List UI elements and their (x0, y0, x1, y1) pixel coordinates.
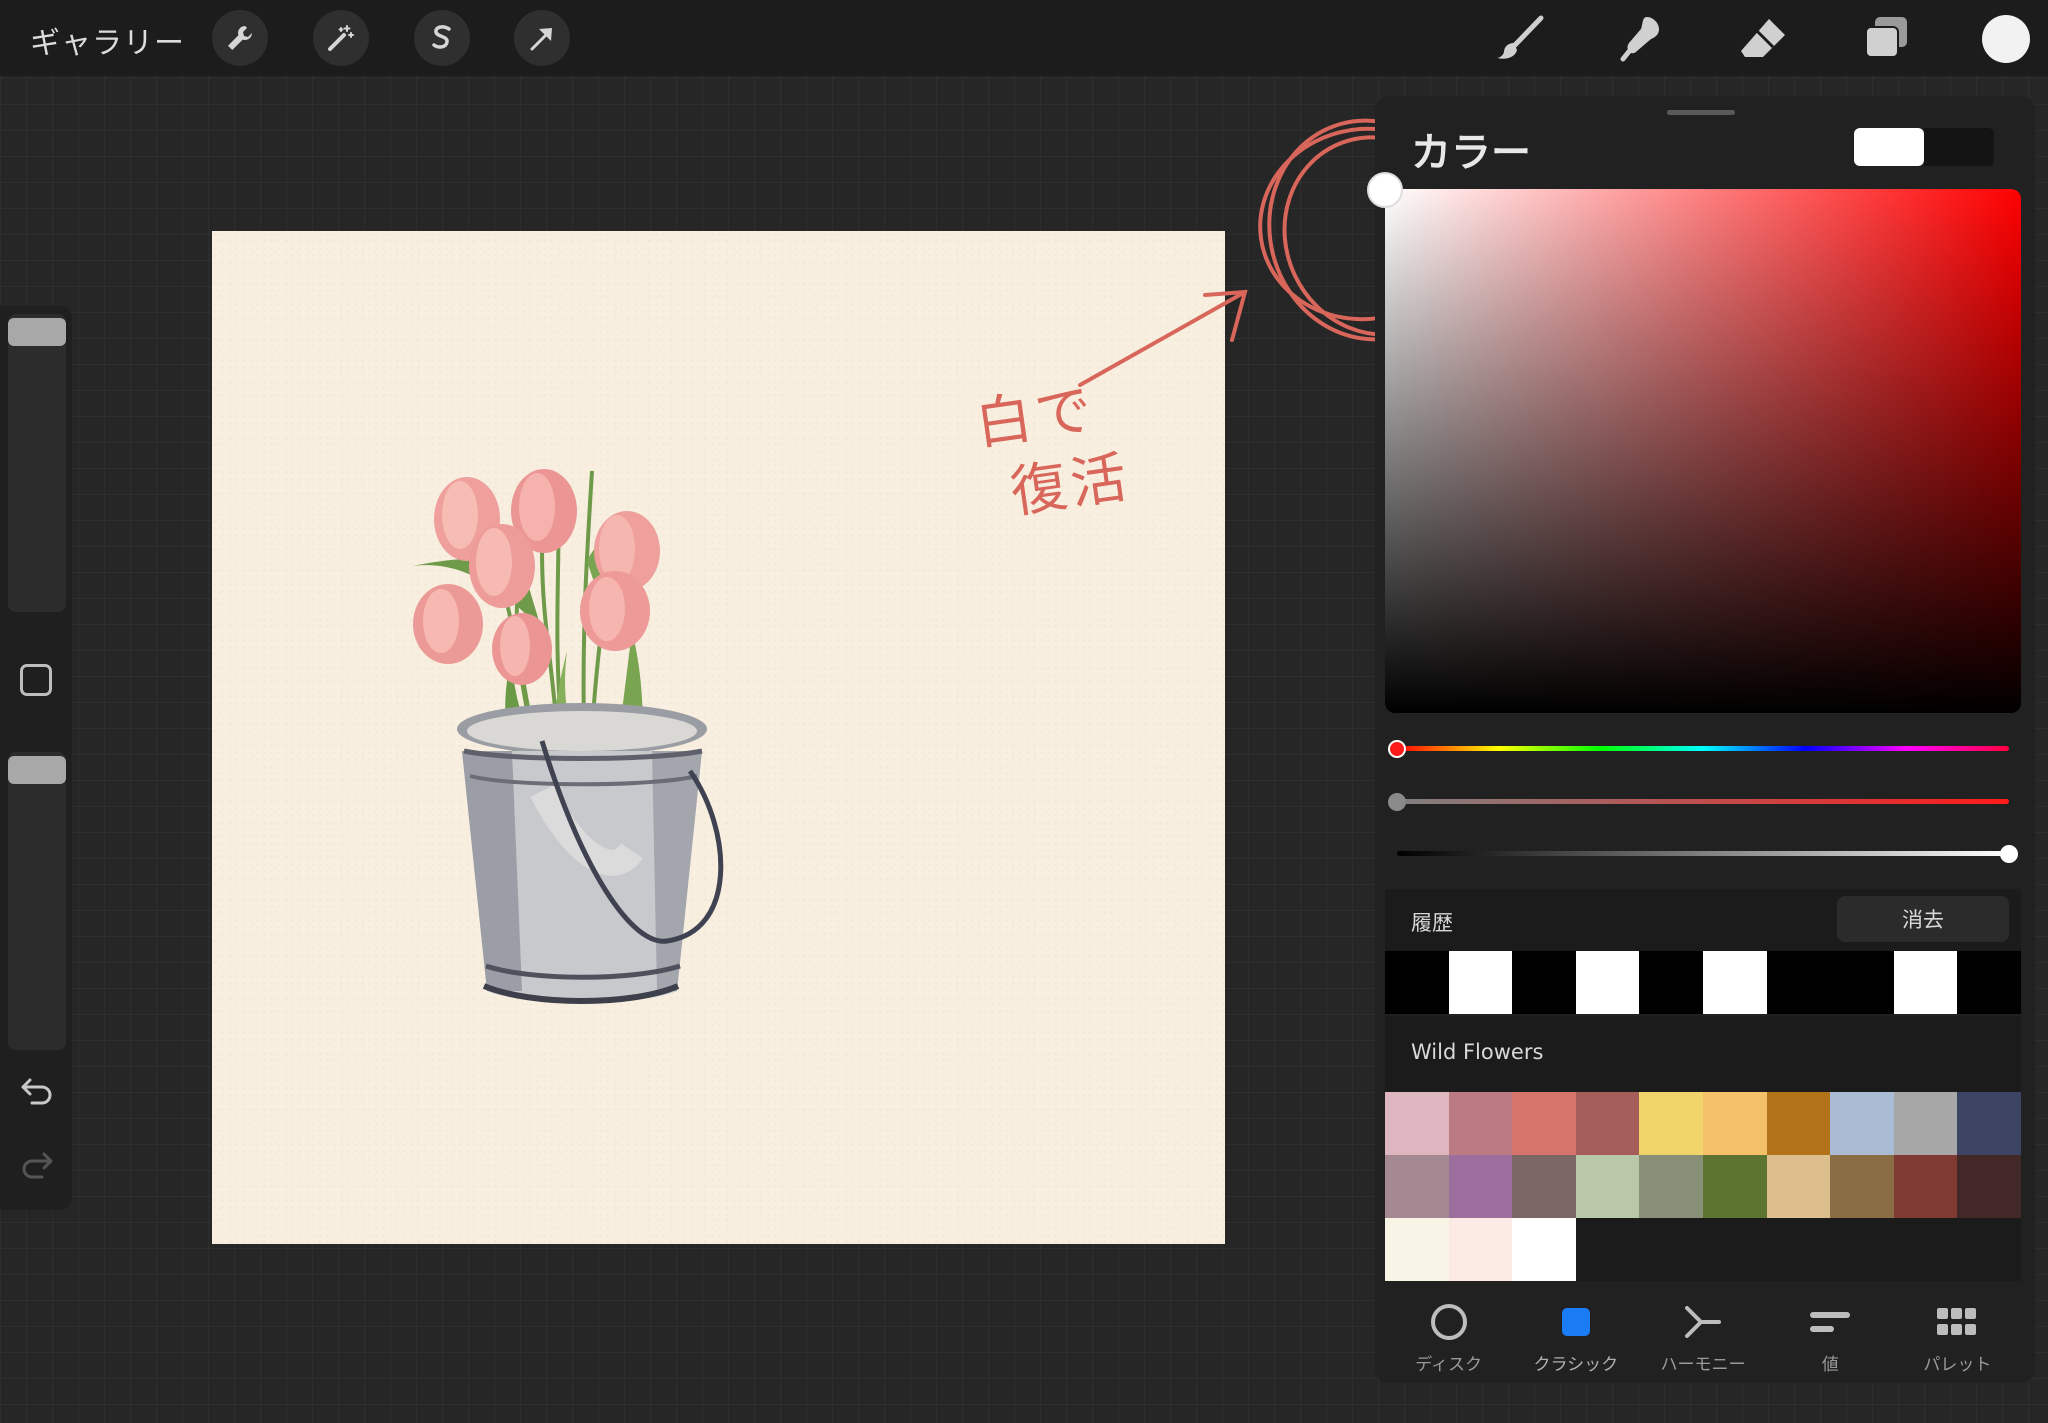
tab-harmony-label: ハーモニー (1660, 1355, 1746, 1375)
color-history (1385, 951, 2021, 1014)
disc-icon (1429, 1302, 1469, 1342)
tab-value-label: 値 (1821, 1355, 1839, 1375)
eraser-icon[interactable] (1734, 10, 1794, 66)
gallery-button[interactable]: ギャラリー (30, 18, 185, 62)
brush-icon[interactable] (1490, 10, 1550, 66)
redo-icon[interactable] (20, 1150, 54, 1184)
palette-header: Wild Flowers (1385, 1016, 2021, 1092)
history-swatch[interactable] (1957, 951, 2021, 1014)
tab-disc-label: ディスク (1415, 1355, 1482, 1375)
palette-swatch[interactable] (1575, 1092, 1640, 1155)
palette-swatch[interactable] (1385, 1155, 1449, 1218)
palette-swatch[interactable] (1893, 1092, 1958, 1155)
hue-slider-knob[interactable] (1388, 740, 1406, 758)
tab-palettes[interactable]: パレット (1894, 1292, 2021, 1382)
history-swatch[interactable] (1448, 951, 1513, 1014)
left-sidebar (0, 306, 72, 1210)
palette-swatch[interactable] (1448, 1218, 1513, 1281)
brush-size-slider[interactable] (8, 314, 66, 612)
secondary-color-swatch[interactable] (1924, 128, 1994, 166)
palette-swatch[interactable] (1512, 1155, 1576, 1218)
palette-swatch[interactable] (1766, 1155, 1831, 1218)
palette-swatches (1385, 1092, 2021, 1281)
history-swatch[interactable] (1893, 951, 1958, 1014)
palette-swatch[interactable] (1385, 1218, 1449, 1281)
panel-title: カラー (1411, 130, 1531, 176)
history-swatch[interactable] (1639, 951, 1703, 1014)
history-label: 履歴 (1411, 911, 1453, 935)
tab-palettes-label: パレット (1923, 1355, 1992, 1375)
palette-swatch[interactable] (1702, 1155, 1767, 1218)
opacity-thumb[interactable] (8, 756, 66, 784)
top-toolbar: ギャラリー (0, 0, 2048, 76)
history-swatch[interactable] (1512, 951, 1576, 1014)
palette-swatch[interactable] (1830, 1155, 1894, 1218)
history-swatch[interactable] (1830, 951, 1894, 1014)
smudge-icon[interactable] (1612, 10, 1672, 66)
palette-swatch[interactable] (1957, 1092, 2021, 1155)
palette-swatch[interactable] (1448, 1092, 1513, 1155)
palette-swatch[interactable] (1385, 1092, 1449, 1155)
saturation-slider[interactable] (1397, 799, 2009, 804)
color-picker-knob[interactable] (1367, 172, 1403, 208)
palette-swatch[interactable] (1830, 1092, 1894, 1155)
tab-value[interactable]: 値 (1767, 1292, 1894, 1382)
clear-history-button[interactable]: 消去 (1837, 896, 2009, 942)
palette-swatch[interactable] (1893, 1155, 1958, 1218)
magic-wand-icon[interactable] (313, 10, 369, 66)
saturation-brightness-square[interactable] (1385, 189, 2021, 713)
annotation-text-line2: 復活 (1006, 444, 1135, 526)
harmony-icon (1683, 1302, 1723, 1342)
selection-icon[interactable] (414, 10, 470, 66)
history-swatch[interactable] (1385, 951, 1449, 1014)
modify-button[interactable] (20, 664, 52, 696)
tab-harmony[interactable]: ハーモニー (1639, 1292, 1766, 1382)
brightness-slider[interactable] (1397, 851, 2009, 856)
tab-classic-label: クラシック (1533, 1355, 1619, 1375)
palette-swatch[interactable] (1575, 1155, 1640, 1218)
palette-swatch[interactable] (1957, 1155, 2021, 1218)
current-color-button[interactable] (1982, 15, 2030, 63)
layers-icon[interactable] (1856, 10, 1916, 66)
undo-icon[interactable] (20, 1076, 54, 1110)
history-swatch[interactable] (1766, 951, 1831, 1014)
brush-size-thumb[interactable] (8, 318, 66, 346)
color-panel: カラー 履歴 消去 Wild Flowers ディスク クラシック ハーモニー … (1367, 96, 2035, 1383)
saturation-slider-knob[interactable] (1388, 793, 1406, 811)
value-icon (1808, 1302, 1852, 1342)
palette-swatch[interactable] (1639, 1155, 1703, 1218)
hue-slider[interactable] (1397, 746, 2009, 751)
opacity-slider[interactable] (8, 752, 66, 1050)
wrench-icon[interactable] (212, 10, 268, 66)
history-swatch[interactable] (1575, 951, 1640, 1014)
tab-disc[interactable]: ディスク (1385, 1292, 1512, 1382)
palette-swatch[interactable] (1512, 1092, 1576, 1155)
palette-grid-icon (1935, 1302, 1979, 1342)
tab-classic[interactable]: クラシック (1512, 1292, 1639, 1382)
palette-swatch[interactable] (1639, 1092, 1703, 1155)
panel-grabber[interactable] (1667, 110, 1735, 115)
primary-color-swatch[interactable] (1854, 128, 1924, 166)
palette-swatch[interactable] (1702, 1092, 1767, 1155)
history-swatch[interactable] (1702, 951, 1767, 1014)
palette-swatch[interactable] (1512, 1218, 1576, 1281)
color-mode-tabs: ディスク クラシック ハーモニー 値 パレット (1385, 1292, 2021, 1382)
brightness-slider-knob[interactable] (2000, 845, 2018, 863)
classic-square-icon (1556, 1302, 1596, 1342)
transform-arrow-icon[interactable] (514, 10, 570, 66)
palette-swatch[interactable] (1766, 1092, 1831, 1155)
palette-name: Wild Flowers (1411, 1040, 1544, 1064)
palette-swatch[interactable] (1448, 1155, 1513, 1218)
